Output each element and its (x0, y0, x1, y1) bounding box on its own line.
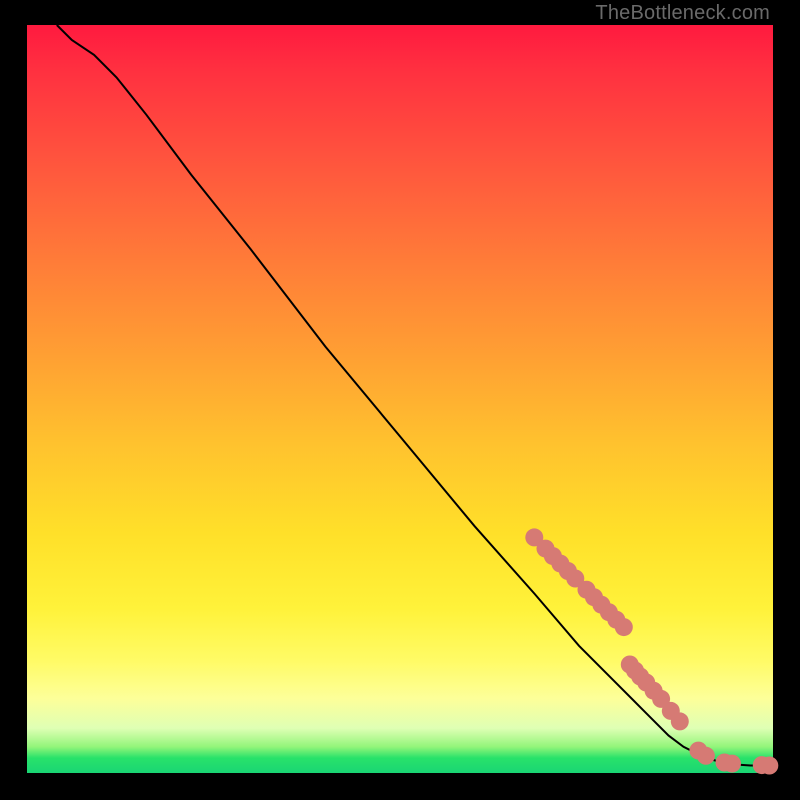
points-group (525, 528, 778, 774)
watermark-text: TheBottleneck.com (595, 2, 770, 25)
data-point (723, 755, 741, 773)
data-point (760, 757, 778, 775)
curve-group (57, 25, 773, 766)
data-point (671, 712, 689, 730)
chart-frame: TheBottleneck.com (0, 0, 800, 800)
main-curve (57, 25, 773, 766)
data-point (697, 747, 715, 765)
chart-overlay (27, 25, 773, 773)
data-point (615, 618, 633, 636)
